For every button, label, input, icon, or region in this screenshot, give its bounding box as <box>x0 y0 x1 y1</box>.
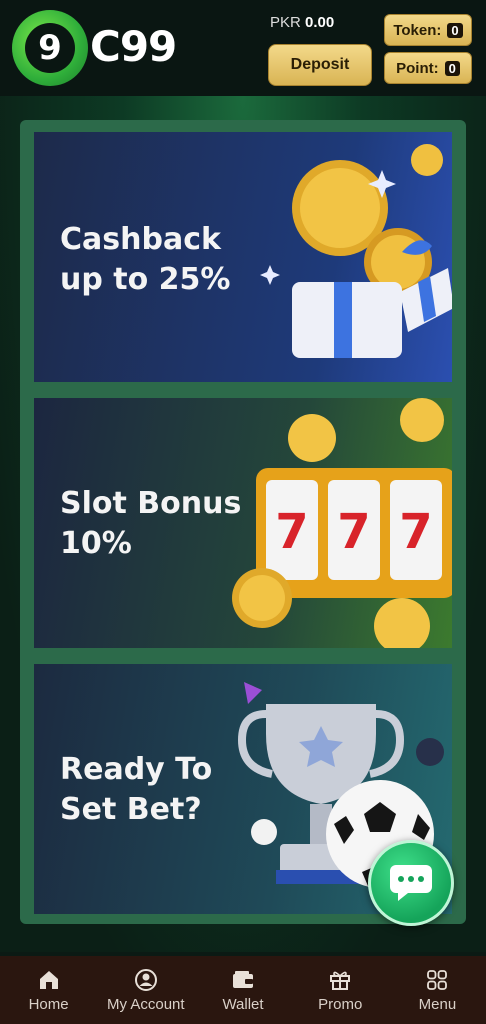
promo-title: Slot Bonus 10% <box>60 484 280 564</box>
logo-number: 9 <box>25 23 75 73</box>
balance-display: PKR 0.00 <box>270 14 380 31</box>
point-label: Point: <box>396 59 439 77</box>
logo-text: C99 <box>90 22 177 71</box>
gift-coins-illustration <box>260 144 452 358</box>
nav-my-account[interactable]: My Account <box>97 956 194 1024</box>
nav-promo-label: Promo <box>318 995 363 1013</box>
nav-menu[interactable]: Menu <box>389 956 486 1024</box>
home-icon <box>39 970 58 989</box>
promo-card-slot-bonus[interactable]: 7 7 7 Slot Bonus 10% <box>34 398 452 648</box>
live-chat-button[interactable] <box>368 840 454 926</box>
balance-currency: PKR <box>270 14 301 31</box>
nav-promo[interactable]: Promo <box>292 956 389 1024</box>
point-value: 0 <box>444 60 460 76</box>
nav-wallet-label: Wallet <box>222 995 264 1013</box>
promo-title-line2: 10% <box>60 526 132 561</box>
promo-frame: Cashback up to 25% 7 7 7 Slot Bonus 10% … <box>20 120 466 924</box>
promo-section: Cashback up to 25% 7 7 7 Slot Bonus 10% … <box>0 96 486 952</box>
promo-card-cashback[interactable]: Cashback up to 25% <box>34 132 452 382</box>
nav-wallet[interactable]: Wallet <box>194 956 291 1024</box>
promo-title-line1: Slot Bonus <box>60 486 242 521</box>
wallet-icon <box>233 970 253 988</box>
slot-symbol-2: 7 <box>337 504 370 560</box>
nav-home-label: Home <box>28 995 69 1013</box>
nav-home[interactable]: Home <box>0 956 97 1024</box>
chat-bubble-icon <box>390 865 432 901</box>
slot-symbol-3: 7 <box>399 504 432 560</box>
account-icon <box>134 968 157 991</box>
point-badge[interactable]: Point: 0 <box>384 52 472 84</box>
logo-badge: 9 <box>12 10 88 86</box>
balance-amount: 0.00 <box>305 14 335 31</box>
token-label: Token: <box>393 21 442 39</box>
slot-symbol-1: 7 <box>275 504 308 560</box>
token-badge[interactable]: Token: 0 <box>384 14 472 46</box>
top-header: 9 C99 PKR 0.00 Deposit Token: 0 Point: 0 <box>0 0 486 96</box>
nav-menu-label: Menu <box>418 995 457 1013</box>
bottom-nav: Home My Account Wallet Promo Menu <box>0 956 486 1024</box>
grid-menu-icon <box>427 969 448 990</box>
nav-my-account-label: My Account <box>107 995 185 1013</box>
deposit-button[interactable]: Deposit <box>268 44 372 86</box>
gift-icon <box>330 971 351 990</box>
site-logo[interactable]: 9 C99 <box>12 8 192 88</box>
token-value: 0 <box>447 22 463 38</box>
